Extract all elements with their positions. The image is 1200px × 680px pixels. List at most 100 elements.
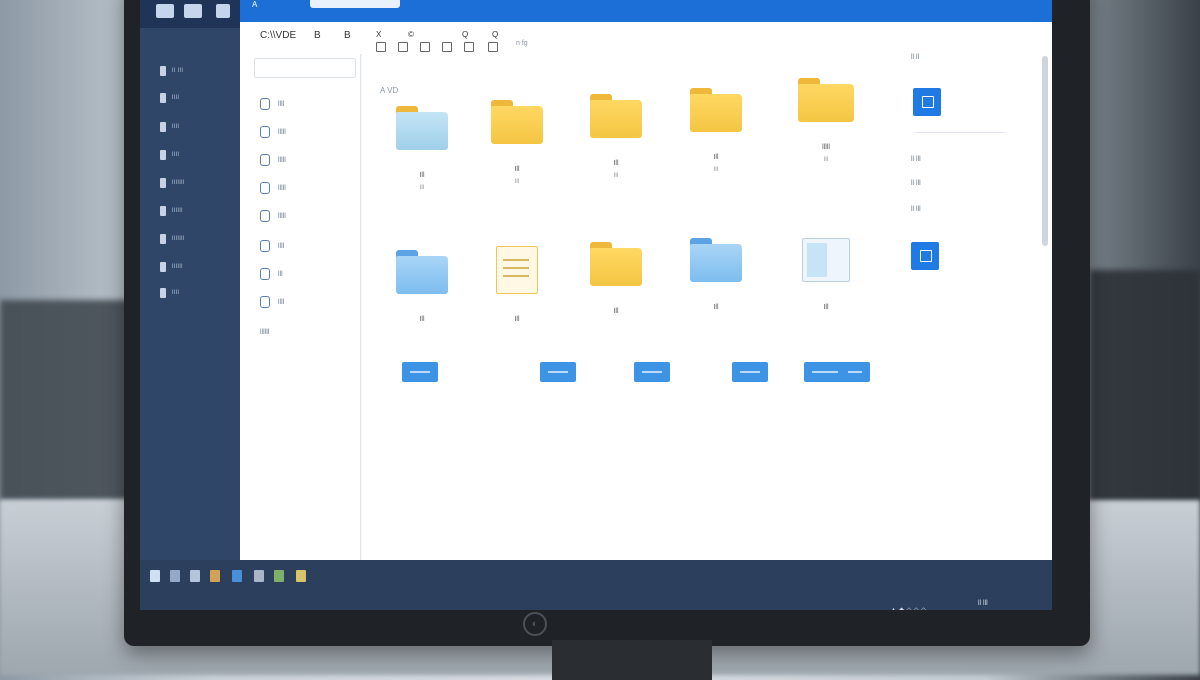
sidebar-item[interactable]: llll [260,98,284,110]
tray-icons[interactable]: ▲ ◆ ◇ ◇ ◇ [890,606,926,610]
action-button[interactable] [634,362,670,382]
nav-item-icon [160,206,166,216]
file-item[interactable]: Ill [382,250,462,370]
folder-icon [590,242,642,286]
details-line: ll lll [911,180,921,187]
sidebar-item[interactable]: lll [260,268,283,280]
background-desk-left [0,300,130,500]
sidebar-item[interactable]: llll [260,296,284,308]
action-button[interactable] [402,362,438,382]
background-desk-right [1090,270,1200,520]
file-item[interactable]: Ill lll [477,100,557,220]
sidebar-item-label: lllll [278,212,286,220]
file-item[interactable]: lllll lll [786,78,866,198]
nav-item-label: llllll [172,208,183,214]
file-name: Ill [514,316,520,323]
toolbar-tail-label: n fg [516,40,528,47]
copy-icon[interactable] [398,42,408,52]
taskbar-app-icon[interactable] [190,570,200,582]
share-app-icon[interactable] [911,242,939,270]
rename-icon[interactable] [488,42,498,52]
sidebar-item[interactable]: lllll [260,210,286,222]
details-panel: ll ll ll lll ll lll ll lll [897,54,1052,560]
sidebar-item[interactable]: llll [260,240,284,252]
nav-item-label: llll [172,290,180,296]
action-button[interactable] [732,362,768,382]
drive-icon [260,210,270,222]
sidebar-item[interactable]: llllll [260,326,269,338]
folder-icon [396,250,448,294]
nav-item-icon [160,234,166,244]
left-nav-item[interactable]: llllll [160,206,220,216]
file-item[interactable]: Ill [576,242,656,362]
cut-icon[interactable] [420,42,430,52]
folder-new-icon[interactable] [376,42,386,52]
left-nav-item[interactable]: lllllll [160,178,220,188]
taskbar-app-icon[interactable] [296,570,306,582]
menu-item[interactable]: X [376,30,381,39]
clock-time: ll lll [978,600,988,607]
file-name: lllll [822,144,830,151]
action-button[interactable] [804,362,848,382]
taskbar-app-icon[interactable] [210,570,220,582]
file-name: Ill [713,154,719,161]
file-name: Ill [823,304,829,311]
sidebar-item[interactable]: lllll [260,154,286,166]
monitor-stand [552,640,712,680]
left-nav-item[interactable]: llll [160,122,220,132]
left-nav-item[interactable]: lllllll [160,234,220,244]
folder-icon [690,238,742,282]
menu-item[interactable]: Q [462,30,468,39]
file-item[interactable]: Ill [786,238,866,358]
scrollbar[interactable] [1042,56,1048,246]
taskbar-app-icon[interactable] [232,570,242,582]
left-nav-item[interactable]: llll [160,93,220,103]
search-input[interactable] [254,58,356,78]
taskbar-app-icon[interactable] [170,570,180,582]
details-line: ll lll [911,156,921,163]
folder-icon [798,78,854,122]
start-icon[interactable] [150,570,160,582]
nav-item-icon [160,150,166,160]
file-view: A VD Ill lll Ill lll Ill lll Ill lll lll… [362,54,897,560]
toolbar-button[interactable]: B [344,30,351,41]
path-label[interactable]: C:\\VDE [260,30,296,41]
file-item[interactable]: Ill lll [382,106,462,226]
action-button[interactable] [540,362,576,382]
left-nav-item[interactable]: llll [160,150,220,160]
file-item[interactable]: Ill lll [676,88,756,208]
sidebar-item[interactable]: lllll [260,126,286,138]
file-item[interactable]: Ill [676,238,756,358]
nav-item-icon [160,122,166,132]
file-item[interactable]: Ill [477,246,557,366]
share-icon[interactable] [216,4,230,18]
library-icon[interactable] [184,4,202,18]
title-label: A [252,0,258,9]
app-icon[interactable] [156,4,174,18]
details-preview-icon[interactable] [913,88,941,116]
sidebar-item[interactable]: lllll [260,182,286,194]
nav-item-label: llll [172,124,180,130]
file-meta: lll [420,185,424,191]
paste-icon[interactable] [442,42,452,52]
delete-icon[interactable] [464,42,474,52]
left-nav-item[interactable]: ll lll [160,66,220,76]
nav-item-label: llllll [172,264,183,270]
menu-item[interactable]: Q [492,30,498,39]
left-nav-item[interactable]: llll [160,288,220,298]
taskbar-app-icon[interactable] [254,570,264,582]
nav-item-icon [160,93,166,103]
left-nav-item[interactable]: llllll [160,262,220,272]
file-item[interactable]: Ill lll [576,94,656,214]
drive-icon [260,182,270,194]
taskbar-app-icon[interactable] [274,570,284,582]
menu-item[interactable]: © [408,30,414,39]
screen: ll lll llll llll llll lllllll llllll lll… [140,0,1052,610]
toolbar-button[interactable]: B [314,30,321,41]
nav-item-label: llll [172,152,180,158]
brand-logo-icon: ◐ [523,612,547,636]
folder-icon [491,100,543,144]
address-tab[interactable] [310,0,400,8]
drive-icon [260,98,270,110]
folder-icon [690,88,742,132]
